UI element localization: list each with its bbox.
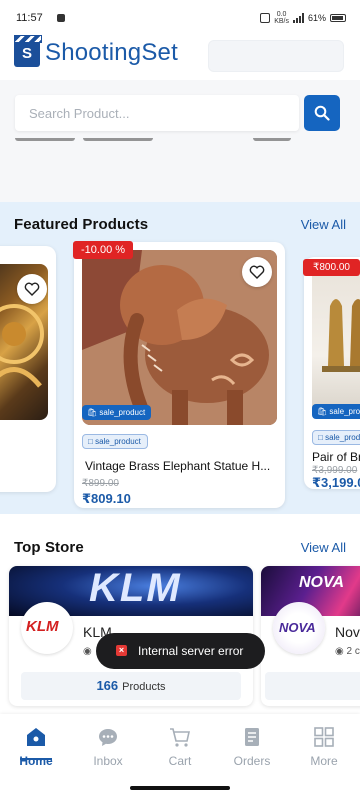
search-button[interactable] (304, 95, 340, 131)
nav-home[interactable]: Home (4, 724, 68, 772)
store-logo: KLM (21, 602, 73, 654)
clapperboard-icon: S (14, 35, 42, 67)
product-card-partial-left[interactable] (0, 246, 56, 492)
product-card[interactable]: 🛍 sale_product □ sale_product Vintage Br… (74, 242, 285, 508)
error-toast: × Internal server error (96, 633, 265, 669)
store-location: ◉ 2 c (335, 646, 360, 657)
nav-more[interactable]: More (292, 724, 356, 772)
wishlist-button[interactable] (17, 274, 47, 304)
nav-cart[interactable]: Cart (148, 724, 212, 772)
system-gesture-bar (0, 776, 360, 800)
product-old-price: ₹899.00 (82, 478, 119, 489)
featured-title: Featured Products (14, 216, 149, 233)
search-icon (314, 105, 330, 121)
cart-icon (170, 728, 190, 747)
net-speed: 0.0 KB/s (274, 11, 289, 25)
store-name: Nov (335, 624, 360, 640)
product-price: ₹809.10 (82, 491, 131, 506)
nav-inbox[interactable]: Inbox (76, 724, 140, 772)
vibrate-icon (260, 13, 271, 23)
search-section: Search Product... (0, 80, 360, 202)
store-logo: NOVA (273, 602, 325, 654)
sale-badge: 🛍 sale_product (82, 405, 152, 420)
notification-icon (57, 14, 65, 22)
nav-orders[interactable]: Orders (220, 724, 284, 772)
brand-name: ShootingSet (45, 39, 178, 66)
header-action-box[interactable] (208, 40, 344, 72)
discount-badge: -10.00 % (73, 241, 134, 259)
status-icons: 0.0 KB/s 61% (260, 11, 346, 25)
bottom-navigation: Home Inbox Cart Orders More (0, 714, 360, 776)
store-card[interactable]: NOVA NOVA Nov ◉ 2 c 6 (261, 566, 360, 706)
app-screen: { "status_bar": {"time": "11:57", "net_s… (0, 0, 360, 800)
chat-bubble-icon (99, 729, 117, 746)
home-indicator[interactable] (130, 786, 230, 790)
featured-view-all-link[interactable]: View All (301, 217, 346, 232)
signal-icon (292, 13, 304, 23)
active-tab-indicator (20, 758, 52, 760)
store-location: ◉ (83, 646, 92, 657)
error-icon: × (116, 645, 127, 656)
battery-percent: 61% (307, 13, 326, 23)
heart-icon (24, 282, 40, 296)
top-store-view-all-link[interactable]: View All (301, 540, 346, 555)
battery-icon (330, 14, 346, 22)
product-image (312, 266, 360, 416)
top-store-section: Top Store View All KLM KLM KLM ◉ 166 Prod… (0, 514, 360, 714)
store-products-count: 166 Products (21, 672, 241, 700)
category-strip-partial (15, 138, 345, 148)
store-banner-text: KLM (89, 566, 182, 610)
heart-icon (249, 265, 265, 279)
wishlist-button[interactable] (242, 257, 272, 287)
product-name: Pair of Brass (312, 450, 360, 464)
status-bar: 11:57 0.0 KB/s 61% (0, 0, 360, 36)
status-time: 11:57 (16, 12, 43, 24)
store-products-count: 6 (265, 672, 360, 700)
grid-icon (314, 727, 334, 747)
sale-tag: □ sale_product (82, 434, 148, 449)
discount-badge: ₹800.00 (303, 259, 360, 276)
brand-logo[interactable]: S ShootingSet (14, 35, 178, 67)
featured-products-section: Featured Products View All 🛍 sale_produc… (0, 202, 360, 514)
orders-icon (245, 728, 259, 746)
top-store-title: Top Store (14, 539, 84, 556)
sale-tag: □ sale_product (312, 430, 360, 445)
app-header: S ShootingSet (0, 35, 360, 80)
home-icon (27, 728, 45, 746)
product-price: ₹3,199.00 (312, 475, 360, 489)
search-input[interactable]: Search Product... (15, 95, 299, 131)
toast-message: Internal server error (138, 644, 244, 658)
sale-badge: 🛍 sale_product (312, 404, 360, 419)
product-name: Vintage Brass Elephant Statue H... (85, 459, 271, 473)
product-card-partial-right[interactable]: 🛍 sale_product □ sale_product Pair of Br… (304, 257, 360, 489)
